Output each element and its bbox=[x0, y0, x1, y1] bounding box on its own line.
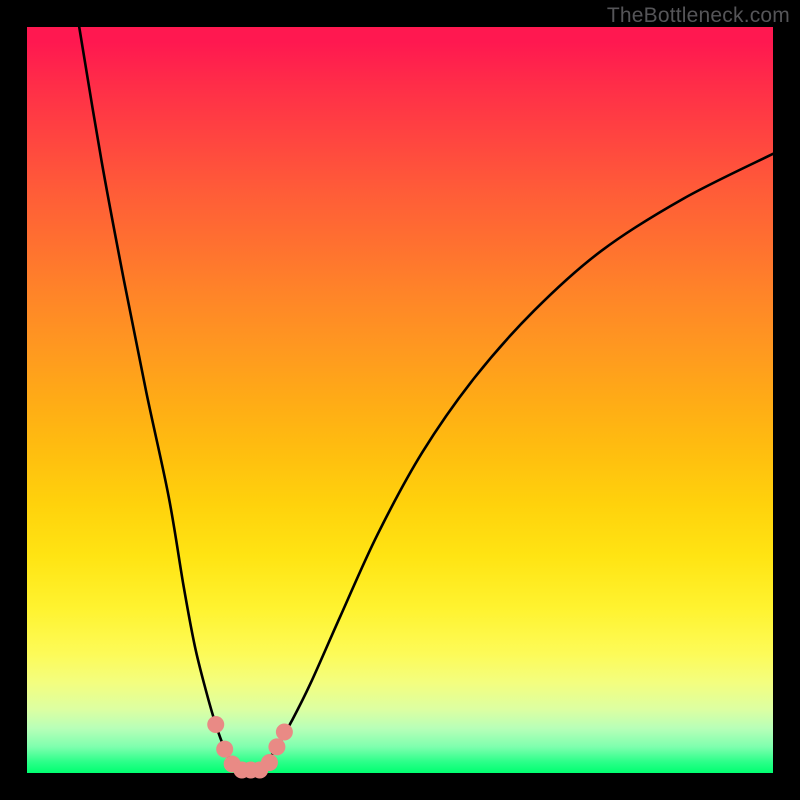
plot-area bbox=[27, 27, 773, 773]
chart-frame: TheBottleneck.com bbox=[0, 0, 800, 800]
curve-layer bbox=[27, 27, 773, 773]
valley-dot bbox=[207, 716, 224, 733]
valley-dot bbox=[268, 738, 285, 755]
valley-dot bbox=[216, 741, 233, 758]
bottleneck-curve bbox=[79, 27, 773, 773]
watermark-text: TheBottleneck.com bbox=[607, 4, 790, 28]
valley-dot bbox=[276, 723, 293, 740]
valley-dots bbox=[207, 716, 293, 779]
valley-dot bbox=[261, 754, 278, 771]
